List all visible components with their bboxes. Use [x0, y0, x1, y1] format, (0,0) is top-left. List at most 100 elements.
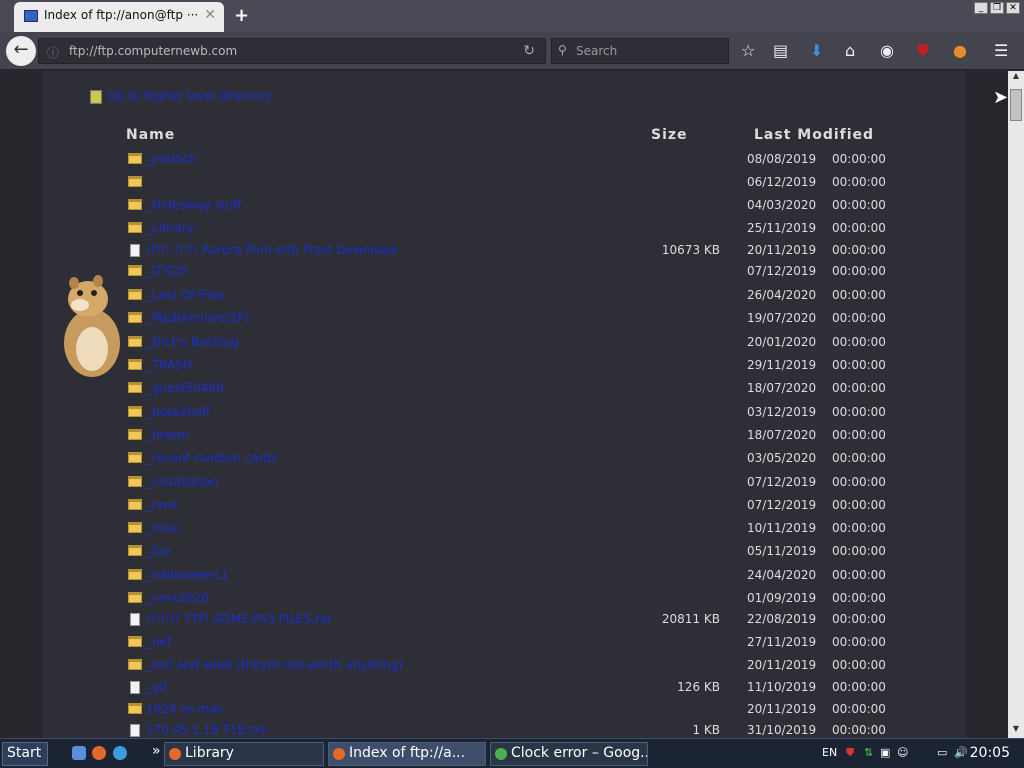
scroll-thumb[interactable] [1010, 89, 1022, 121]
folder-icon [128, 592, 142, 603]
scroll-down-arrow-icon[interactable]: ▼ [1008, 724, 1024, 738]
close-window-button[interactable]: ✕ [1006, 2, 1020, 14]
home-icon[interactable]: ⌂ [845, 42, 855, 60]
entry-name[interactable]: _guest50489 [146, 381, 224, 395]
entry-time: 00:00:00 [832, 428, 886, 442]
url-bar[interactable]: ⓘ ftp://ftp.computernewb.com ↻ [38, 38, 546, 64]
vertical-scrollbar[interactable]: ▲ ▼ [1008, 71, 1024, 738]
entry-name[interactable]: _nmx [146, 498, 178, 512]
entry-name[interactable]: _installation [146, 475, 218, 489]
listing-row: _ITSOS 07/12/2019 00:00:00 [0, 262, 1008, 282]
entry-name[interactable]: _halloween11 [146, 568, 228, 582]
display-tray-icon[interactable]: ▭ [937, 746, 947, 759]
volume-tray-icon[interactable]: 🔊 [954, 746, 968, 759]
entry-name[interactable]: !!!!! !!!!! Aurora Porn-eldr Frost Downl… [146, 243, 396, 257]
entry-size: 20811 KB [661, 612, 720, 626]
listing-row: !!!!!!! YTF! SOME PS3 FILES.rar 20811 KB 2… [0, 610, 1008, 630]
show-desktop-icon[interactable] [72, 746, 86, 760]
entry-time: 00:00:00 [832, 475, 886, 489]
column-header-size[interactable]: Size [651, 127, 688, 143]
firefox-icon [169, 748, 181, 760]
entry-name[interactable]: _recent random cards [146, 451, 277, 465]
entry-name[interactable]: _misc [146, 521, 180, 535]
task-label: Index of ftp://a... [349, 745, 466, 761]
listing-row: _installation 07/12/2019 00:00:00 [0, 473, 1008, 493]
entry-name[interactable]: _ITSOS [146, 264, 188, 278]
entry-name[interactable]: !!!!!!! YTF! SOME PS3 FILES.rar [146, 612, 332, 626]
antivirus-tray-icon[interactable]: ⛊ [846, 746, 854, 760]
column-header-modified[interactable]: Last Modified [754, 127, 874, 143]
minimize-button[interactable]: _ [974, 2, 988, 14]
downloads-icon[interactable]: ⬇ [810, 42, 823, 60]
entry-time: 00:00:00 [832, 591, 886, 605]
column-header-name[interactable]: Name [126, 127, 175, 143]
menu-icon[interactable]: ☰ [994, 42, 1008, 60]
entry-name[interactable]: _MediArchive(SP) [146, 311, 250, 325]
taskbar-item-clock-error[interactable]: Clock error – Goog... [490, 742, 648, 766]
entry-name[interactable]: _Nick's Backlog [146, 335, 239, 349]
file-icon [130, 244, 140, 257]
reading-list-icon[interactable]: ▤ [773, 42, 788, 60]
tray-app-icon[interactable]: ▣ [880, 746, 890, 759]
up-directory-link[interactable]: Up to higher level directory [90, 89, 272, 104]
tab-ftp-index[interactable]: Index of ftp://anon@ftp ··· ✕ [14, 2, 224, 32]
listing-row: _MediArchive(SP) 19/07/2020 00:00:00 [0, 309, 1008, 329]
entry-date: 07/12/2019 [747, 475, 817, 489]
entry-date: 20/11/2019 [747, 702, 817, 716]
folder-icon [128, 636, 142, 647]
entry-name[interactable]: _Hideaway stuff [146, 198, 242, 212]
scroll-up-arrow-icon[interactable]: ▲ [1008, 71, 1024, 85]
folder-icon [128, 406, 142, 417]
taskbar-item-library[interactable]: Library [164, 742, 324, 766]
back-button[interactable]: ← [6, 36, 36, 66]
entry-time: 00:00:00 [832, 198, 886, 212]
entry-date: 20/11/2019 [747, 658, 817, 672]
entry-name[interactable]: 170.45.1.18 T1B.txt [146, 723, 266, 737]
maximize-button[interactable]: ❐ [990, 2, 1004, 14]
listing-row: _guest50489 18/07/2020 00:00:00 [0, 379, 1008, 399]
entry-name[interactable]: _brown [146, 428, 189, 442]
entry-name[interactable]: _TRASH [146, 358, 192, 372]
start-button[interactable]: Start [2, 742, 49, 766]
reload-icon[interactable]: ↻ [523, 43, 535, 59]
entry-name[interactable]: _gif [146, 680, 167, 694]
entry-name[interactable]: _Last Of Files [146, 288, 225, 302]
entry-name[interactable]: _fun [146, 544, 171, 558]
entry-date: 29/11/2019 [747, 358, 817, 372]
firefox-quicklaunch-icon[interactable] [92, 746, 106, 760]
user-tray-icon[interactable]: ☺ [897, 746, 908, 759]
entry-date: 26/04/2020 [747, 288, 817, 302]
entry-name[interactable]: _jm00ch [146, 152, 197, 166]
bookmark-star-icon[interactable]: ☆ [741, 42, 755, 60]
entry-name[interactable]: _nmx2020 [146, 591, 209, 605]
network-tray-icon[interactable]: ⇅ [864, 746, 873, 759]
site-info-icon[interactable]: ⓘ [47, 44, 59, 61]
pocket-icon[interactable]: ◉ [880, 42, 894, 60]
ublock-icon[interactable]: ⛊ [917, 42, 929, 60]
entry-date: 27/11/2019 [747, 635, 817, 649]
language-indicator[interactable]: EN [822, 746, 837, 759]
extension-icon[interactable]: ● [953, 42, 967, 60]
clock[interactable]: 20:05 [970, 745, 1010, 761]
entry-time: 00:00:00 [832, 498, 886, 512]
entry-date: 11/10/2019 [747, 680, 817, 694]
entry-name[interactable]: 1024 vs mac [146, 702, 223, 716]
folder-icon [128, 569, 142, 580]
taskbar-item-ftp-index[interactable]: Index of ftp://a... [328, 742, 486, 766]
listing-row: _fun 05/11/2019 00:00:00 [0, 542, 1008, 562]
entry-date: 01/09/2019 [747, 591, 817, 605]
search-box[interactable]: ⚲ Search [551, 38, 729, 64]
entry-time: 00:00:00 [832, 221, 886, 235]
ie-quicklaunch-icon[interactable] [113, 746, 127, 760]
entry-name[interactable]: _incl and what (theyre not worth anythin… [146, 658, 403, 672]
close-tab-icon[interactable]: ✕ [204, 7, 216, 23]
entry-date: 18/07/2020 [747, 428, 817, 442]
entry-name[interactable]: _net [146, 635, 172, 649]
new-tab-button[interactable]: + [234, 5, 249, 26]
entry-time: 00:00:00 [832, 723, 886, 737]
task-label: Library [185, 745, 234, 761]
entry-name[interactable]: _Library [146, 221, 194, 235]
listing-row: _jm00ch 08/08/2019 00:00:00 [0, 150, 1008, 170]
quicklaunch-overflow-icon[interactable]: » [152, 743, 161, 759]
entry-name[interactable]: _bookshelf [146, 405, 210, 419]
